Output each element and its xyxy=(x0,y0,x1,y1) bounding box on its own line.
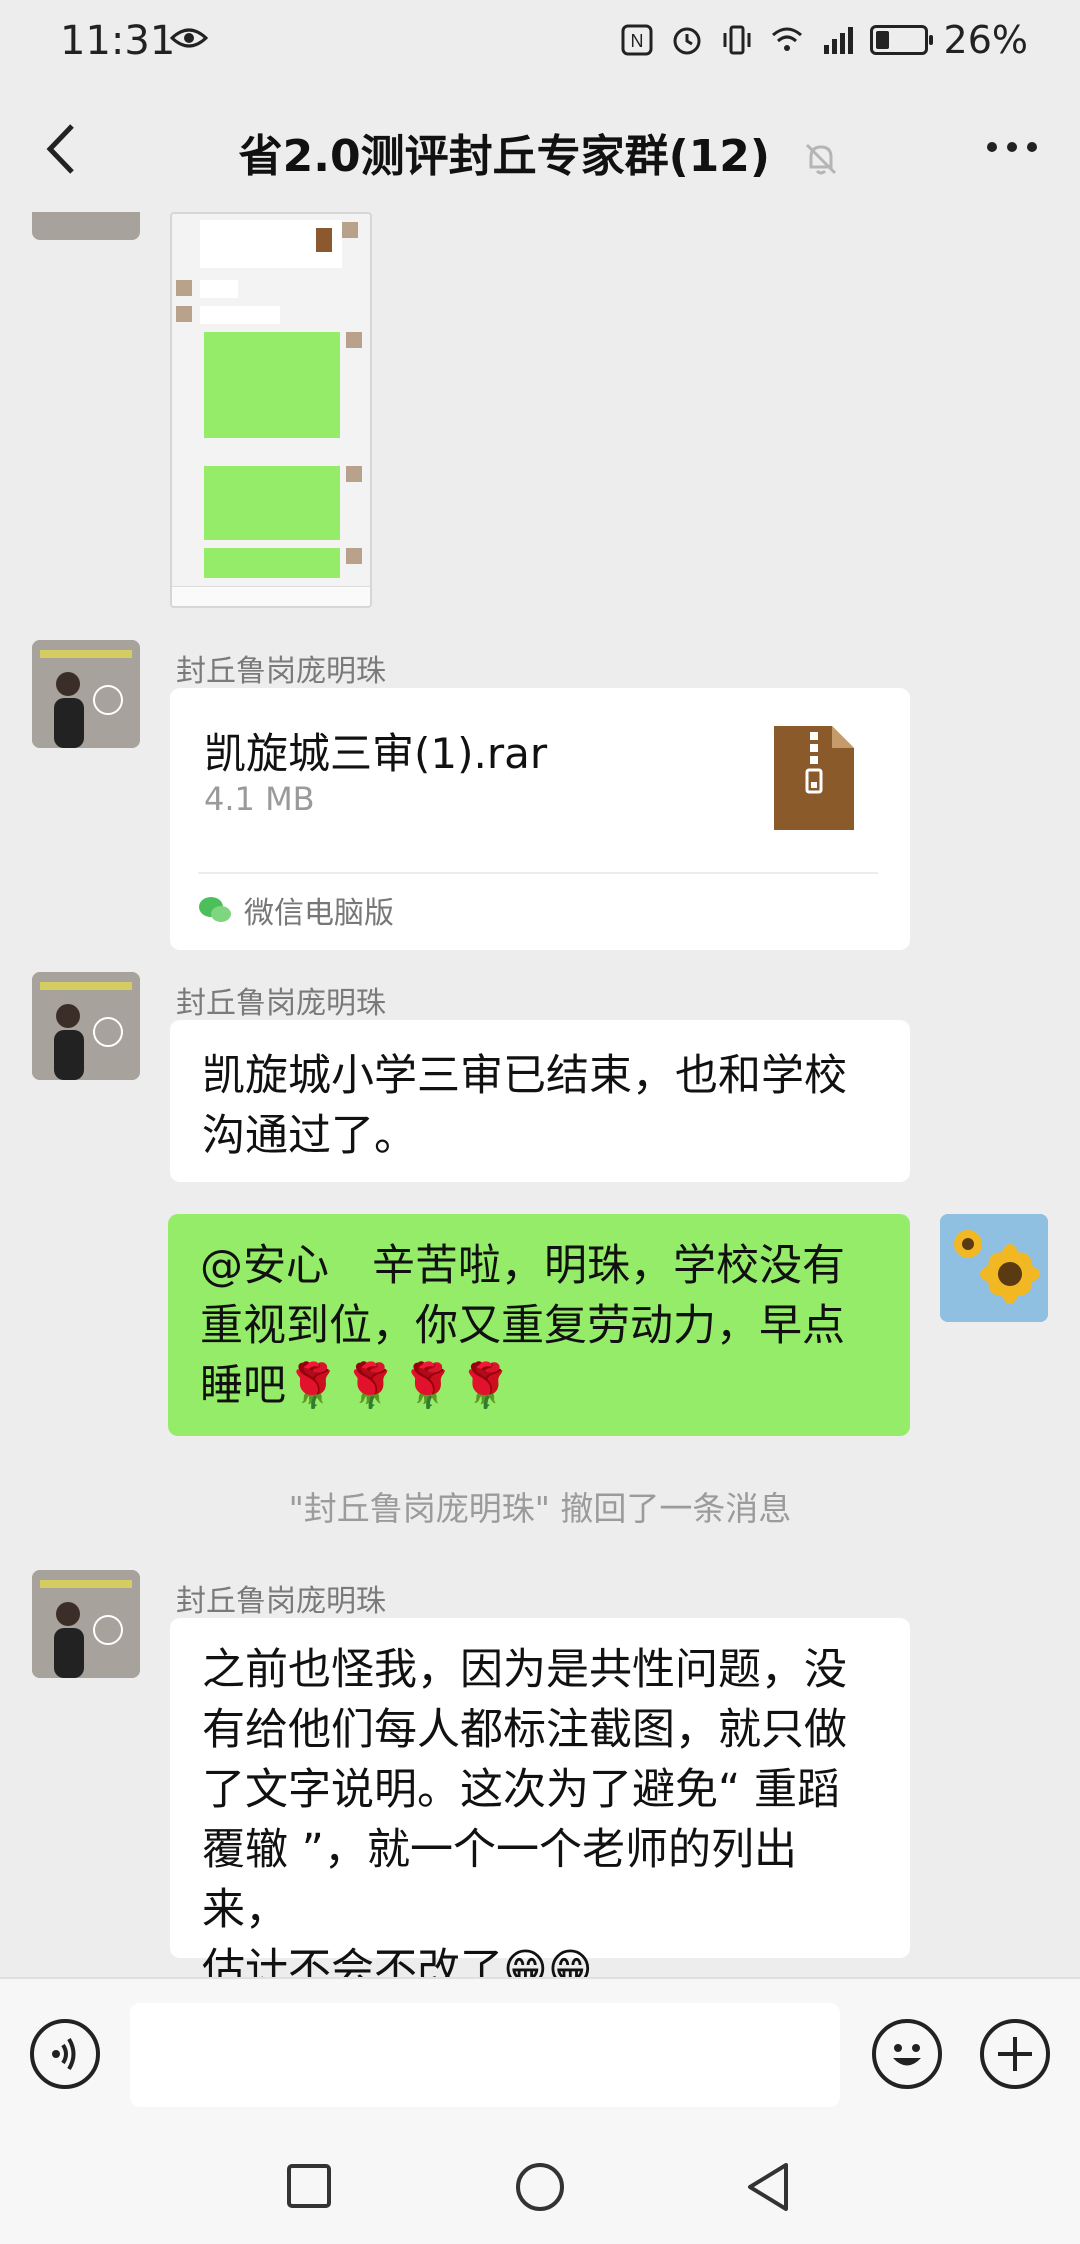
message-line: 重视到位，你又重复劳动力，早点 xyxy=(200,1301,845,1351)
message-line: 了文字说明。这次为了避免“ 重蹈 xyxy=(202,1765,840,1815)
avatar[interactable] xyxy=(32,640,140,748)
status-icons: N 26% xyxy=(620,18,1028,62)
grin-emoji: 😁😁 xyxy=(503,1945,593,1977)
avatar[interactable] xyxy=(32,1570,140,1678)
message-input[interactable] xyxy=(130,2003,840,2107)
plus-icon xyxy=(998,2037,1032,2071)
text-message[interactable]: 凯旋城小学三审已结束，也和学校 沟通过了。 xyxy=(170,1020,910,1182)
file-source: 微信电脑版 xyxy=(198,888,394,932)
avatar-girl-icon xyxy=(32,640,140,748)
archive-file-icon xyxy=(774,726,854,830)
divider xyxy=(198,872,878,874)
battery-percent: 26% xyxy=(943,18,1028,62)
emoji-icon xyxy=(893,2044,921,2066)
battery-icon xyxy=(869,25,933,55)
message-line: 之前也怪我，因为是共性问题，没 xyxy=(202,1645,847,1695)
message-line: 凯旋城小学三审已结束，也和学校 xyxy=(202,1051,847,1101)
avatar-girl-icon xyxy=(32,972,140,1080)
wechat-icon xyxy=(199,897,231,922)
emoji-button[interactable] xyxy=(872,2019,942,2089)
self-avatar[interactable] xyxy=(940,1214,1048,1322)
message-line: @安心 辛苦啦，明珠，学校没有 xyxy=(200,1241,845,1291)
more-icon[interactable] xyxy=(984,134,1040,160)
voice-icon xyxy=(52,2037,76,2071)
message-line: 估计不会不改了 xyxy=(202,1945,503,1977)
sender-name: 封丘鲁岗庞明珠 xyxy=(176,654,386,689)
avatar[interactable] xyxy=(32,212,140,240)
rose-emoji: 🌹🌹🌹🌹 xyxy=(286,1361,517,1411)
message-line: 覆辙 ”，就一个一个老师的列出来， xyxy=(202,1825,797,1935)
file-message[interactable]: 凯旋城三审(1).rar 4.1 MB 微信电脑版 xyxy=(170,688,910,950)
sunflower-icon xyxy=(940,1214,1048,1322)
message-line: 沟通过了。 xyxy=(202,1111,417,1161)
svg-text:N: N xyxy=(630,31,643,51)
recents-icon[interactable] xyxy=(286,2163,332,2209)
chat-title: 省2.0测评封丘专家群(12) xyxy=(238,131,771,182)
avatar[interactable] xyxy=(32,972,140,1080)
status-time: 11:31 xyxy=(60,18,176,64)
message-line-last: 睡吧🌹🌹🌹🌹 xyxy=(200,1356,878,1416)
screenshot-image[interactable] xyxy=(170,212,372,608)
file-source-label: 微信电脑版 xyxy=(244,896,394,931)
vibrate-icon xyxy=(723,25,751,55)
message-line-last: 估计不会不改了😁😁 xyxy=(202,1940,878,1977)
text-message[interactable]: 之前也怪我，因为是共性问题，没 有给他们每人都标注截图，就只做 了文字说明。这次… xyxy=(170,1618,910,1977)
back-nav-icon[interactable] xyxy=(744,2161,792,2213)
chat-area[interactable]: 封丘鲁岗庞明珠 凯旋城三审(1).rar 4.1 MB 微信电脑版 封丘鲁岗庞明… xyxy=(0,212,1080,1977)
bell-off-icon xyxy=(806,143,837,175)
wifi-icon xyxy=(771,27,802,51)
voice-button[interactable] xyxy=(30,2019,100,2089)
status-bar: 11:31 N 26% xyxy=(0,0,1080,82)
file-size: 4.1 MB xyxy=(204,780,315,818)
message-line: 睡吧 xyxy=(200,1361,286,1411)
alarm-icon xyxy=(673,27,701,55)
page-title: 省2.0测评封丘专家群(12) xyxy=(0,120,1080,184)
self-message[interactable]: @安心 辛苦啦，明珠，学校没有 重视到位，你又重复劳动力，早点 睡吧🌹🌹🌹🌹 xyxy=(168,1214,910,1436)
nfc-icon: N xyxy=(621,24,653,56)
signal-icon xyxy=(823,27,853,54)
nav-bar: 省2.0测评封丘专家群(12) xyxy=(0,82,1080,212)
sender-name: 封丘鲁岗庞明珠 xyxy=(176,986,386,1021)
system-nav-bar xyxy=(0,2127,1080,2244)
eye-icon xyxy=(170,28,208,48)
file-name: 凯旋城三审(1).rar xyxy=(204,729,548,778)
home-icon[interactable] xyxy=(514,2161,566,2213)
input-bar xyxy=(0,1977,1080,2129)
system-message: "封丘鲁岗庞明珠" 撤回了一条消息 xyxy=(288,1489,792,1528)
avatar-girl-icon xyxy=(32,1570,140,1678)
sender-name: 封丘鲁岗庞明珠 xyxy=(176,1584,386,1619)
plus-button[interactable] xyxy=(980,2019,1050,2089)
message-line: 有给他们每人都标注截图，就只做 xyxy=(202,1705,847,1755)
